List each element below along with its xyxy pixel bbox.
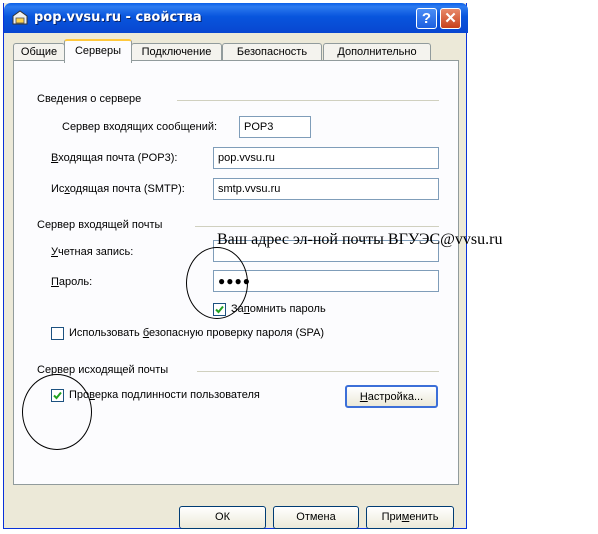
tab-advanced[interactable]: Дополнительно (323, 43, 431, 61)
spa-checkbox[interactable] (51, 327, 64, 340)
settings-button[interactable]: Настройка... (345, 385, 438, 408)
remember-password-label: Запомнить пароль (231, 303, 326, 315)
group-divider (177, 100, 439, 101)
incoming-type-label: Сервер входящих сообщений: (62, 121, 218, 133)
account-label: Учетная запись: (51, 246, 134, 258)
tab-connection[interactable]: Подключение (131, 43, 222, 61)
help-button[interactable]: ? (416, 8, 437, 29)
tab-general[interactable]: Общие (13, 43, 65, 61)
spa-label: Использовать безопасную проверку пароля … (69, 327, 325, 339)
title-bar[interactable]: pop.vvsu.ru - свойства ? ✕ (4, 3, 468, 33)
incoming-group-label: Сервер входящей почты (37, 219, 163, 231)
mail-server-icon (12, 10, 28, 25)
cancel-button[interactable]: Отмена (273, 506, 359, 529)
highlight-circle (186, 247, 248, 319)
group-divider (197, 371, 439, 372)
auth-label: Проверка подлинности пользователя (69, 389, 260, 401)
incoming-server-label: Входящая почта (POP3): (51, 152, 178, 164)
highlight-circle (22, 374, 92, 450)
incoming-server-field[interactable]: pop.vvsu.ru (213, 147, 439, 169)
close-button[interactable]: ✕ (440, 8, 461, 29)
incoming-type-value: POP3 (239, 116, 311, 138)
server-info-group-label: Сведения о сервере (37, 93, 142, 105)
window-title: pop.vvsu.ru - свойства (34, 10, 202, 25)
outgoing-server-field[interactable]: smtp.vvsu.ru (213, 178, 439, 200)
email-annotation: Ваш адрес эл-ной почты ВГУЭС@vvsu.ru (217, 231, 503, 248)
password-label: Пароль: (51, 276, 93, 288)
ok-button[interactable]: ОК (179, 506, 266, 529)
group-divider (195, 226, 439, 227)
outgoing-server-label: Исходящая почта (SMTP): (51, 183, 185, 195)
apply-button[interactable]: Применить (366, 506, 454, 529)
tab-servers[interactable]: Серверы (64, 39, 132, 63)
tab-security[interactable]: Безопасность (222, 43, 322, 61)
